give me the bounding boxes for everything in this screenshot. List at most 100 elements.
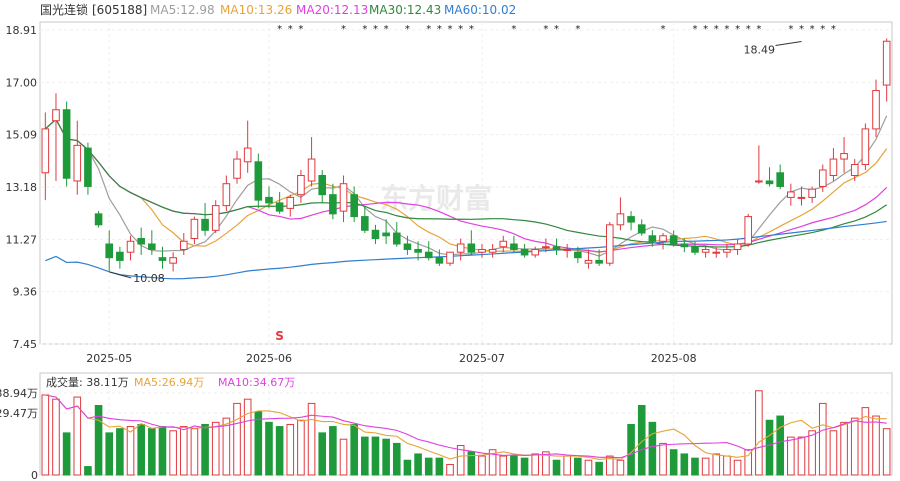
- price-tick-label: 9.36: [13, 286, 38, 299]
- volume-bar: [361, 436, 369, 476]
- volume-bar: [829, 430, 838, 476]
- candle-body: [361, 216, 369, 231]
- candle-body: [733, 243, 742, 250]
- volume-bar: [648, 421, 657, 476]
- candle-body: [414, 248, 422, 253]
- annotation-low-label: 10.08: [133, 272, 165, 285]
- volume-bar: [318, 432, 327, 476]
- candle-body: [297, 174, 305, 196]
- candle-body: [382, 232, 390, 237]
- candle-body: [723, 248, 731, 253]
- dividend-marker: *: [405, 24, 410, 35]
- volume-ma5-label: MA5:26.94万: [134, 376, 204, 389]
- dividend-marker: *: [692, 24, 697, 35]
- candle-body: [765, 180, 774, 185]
- candle-body: [595, 259, 603, 264]
- candle-body: [254, 161, 263, 201]
- volume-bar: [574, 457, 582, 476]
- dividend-marker: *: [341, 24, 346, 35]
- dividend-marker: *: [437, 24, 442, 35]
- candle-body: [371, 229, 380, 240]
- candle-body: [755, 180, 763, 183]
- volume-bar: [297, 419, 305, 476]
- candle-body: [531, 248, 540, 256]
- volume-bar: [169, 430, 177, 476]
- volume-bar: [211, 421, 220, 476]
- ma5-label: MA5:12.98: [150, 3, 215, 17]
- candle-body: [882, 40, 891, 86]
- stock-code: [605188]: [92, 3, 147, 17]
- dividend-marker: *: [554, 24, 559, 35]
- price-tick-label: 15.09: [6, 129, 38, 142]
- candle-body: [712, 251, 721, 254]
- volume-bar: [329, 426, 337, 476]
- x-tick-label: 2025-05: [86, 352, 132, 365]
- candle-body: [818, 169, 827, 187]
- candle-body: [574, 251, 582, 259]
- dividend-marker: *: [575, 24, 580, 35]
- volume-bar: [435, 457, 444, 476]
- dividend-marker: *: [799, 24, 804, 35]
- dividend-marker: *: [735, 24, 740, 35]
- candle-body: [467, 243, 476, 253]
- volume-bar: [563, 455, 571, 476]
- volume-bar: [233, 402, 241, 476]
- candle-body: [307, 158, 316, 182]
- price-tick-label: 18.91: [6, 24, 38, 37]
- dividend-markers: * * * * * * * * * * * * * * * * * * * * * * * * * * * * * * S: [275, 24, 836, 343]
- volume-bar: [424, 457, 433, 476]
- volume-bar: [616, 459, 625, 476]
- volume-bar: [787, 436, 795, 476]
- volume-bar: [392, 442, 401, 476]
- dividend-marker: *: [724, 24, 729, 35]
- candle-body: [116, 251, 124, 261]
- candle-body: [787, 191, 795, 198]
- price-tick-label: 13.18: [6, 181, 38, 194]
- dividend-marker: *: [810, 24, 815, 35]
- candle-body: [680, 243, 689, 248]
- price-tick-label: 17.00: [6, 76, 38, 89]
- volume-bar: [41, 394, 50, 476]
- ma30-label: MA30:12.43: [369, 3, 441, 17]
- candle-body: [456, 243, 465, 253]
- candle-body: [669, 235, 678, 245]
- candle-body: [318, 174, 327, 196]
- dividend-marker: *: [820, 24, 825, 35]
- volume-bar: [723, 455, 731, 476]
- candle-body: [488, 248, 497, 253]
- candle-body: [190, 218, 199, 240]
- candle-body: [510, 243, 518, 250]
- ma20-label: MA20:12.13: [296, 3, 368, 17]
- volume-bar: [691, 457, 699, 476]
- volume-bar: [371, 436, 380, 476]
- candle-body: [520, 248, 529, 256]
- volume-bar: [148, 428, 156, 476]
- annotation-leader: [109, 271, 132, 279]
- volume-bar: [808, 430, 816, 476]
- volume-bar: [776, 415, 784, 476]
- candle-body: [62, 109, 71, 179]
- candle-body: [872, 90, 880, 130]
- volume-bar: [818, 402, 827, 476]
- candle-body: [446, 251, 454, 264]
- volume-bar: [52, 398, 60, 476]
- volume-bar: [179, 426, 188, 476]
- candle-body: [265, 196, 273, 204]
- candle-body: [616, 213, 625, 226]
- dividend-marker: *: [277, 24, 282, 35]
- volume-bar: [243, 398, 252, 476]
- candle-body: [148, 243, 156, 250]
- volume-bar: [265, 421, 273, 476]
- dividend-marker: *: [426, 24, 431, 35]
- candle-body: [563, 248, 571, 251]
- candle-body: [179, 240, 188, 250]
- volume-bar: [222, 417, 231, 476]
- volume-bar: [552, 459, 561, 476]
- candle-body: [275, 202, 284, 212]
- volume-bar: [499, 455, 508, 476]
- candle-body: [627, 216, 635, 223]
- candle-body: [850, 164, 859, 176]
- candlestick-chart[interactable]: 国光连锁 [605188] MA5:12.98 MA10:13.26 MA20:…: [0, 0, 900, 481]
- candle-body: [584, 259, 593, 264]
- volume-label: 成交量: 38.11万: [46, 375, 129, 389]
